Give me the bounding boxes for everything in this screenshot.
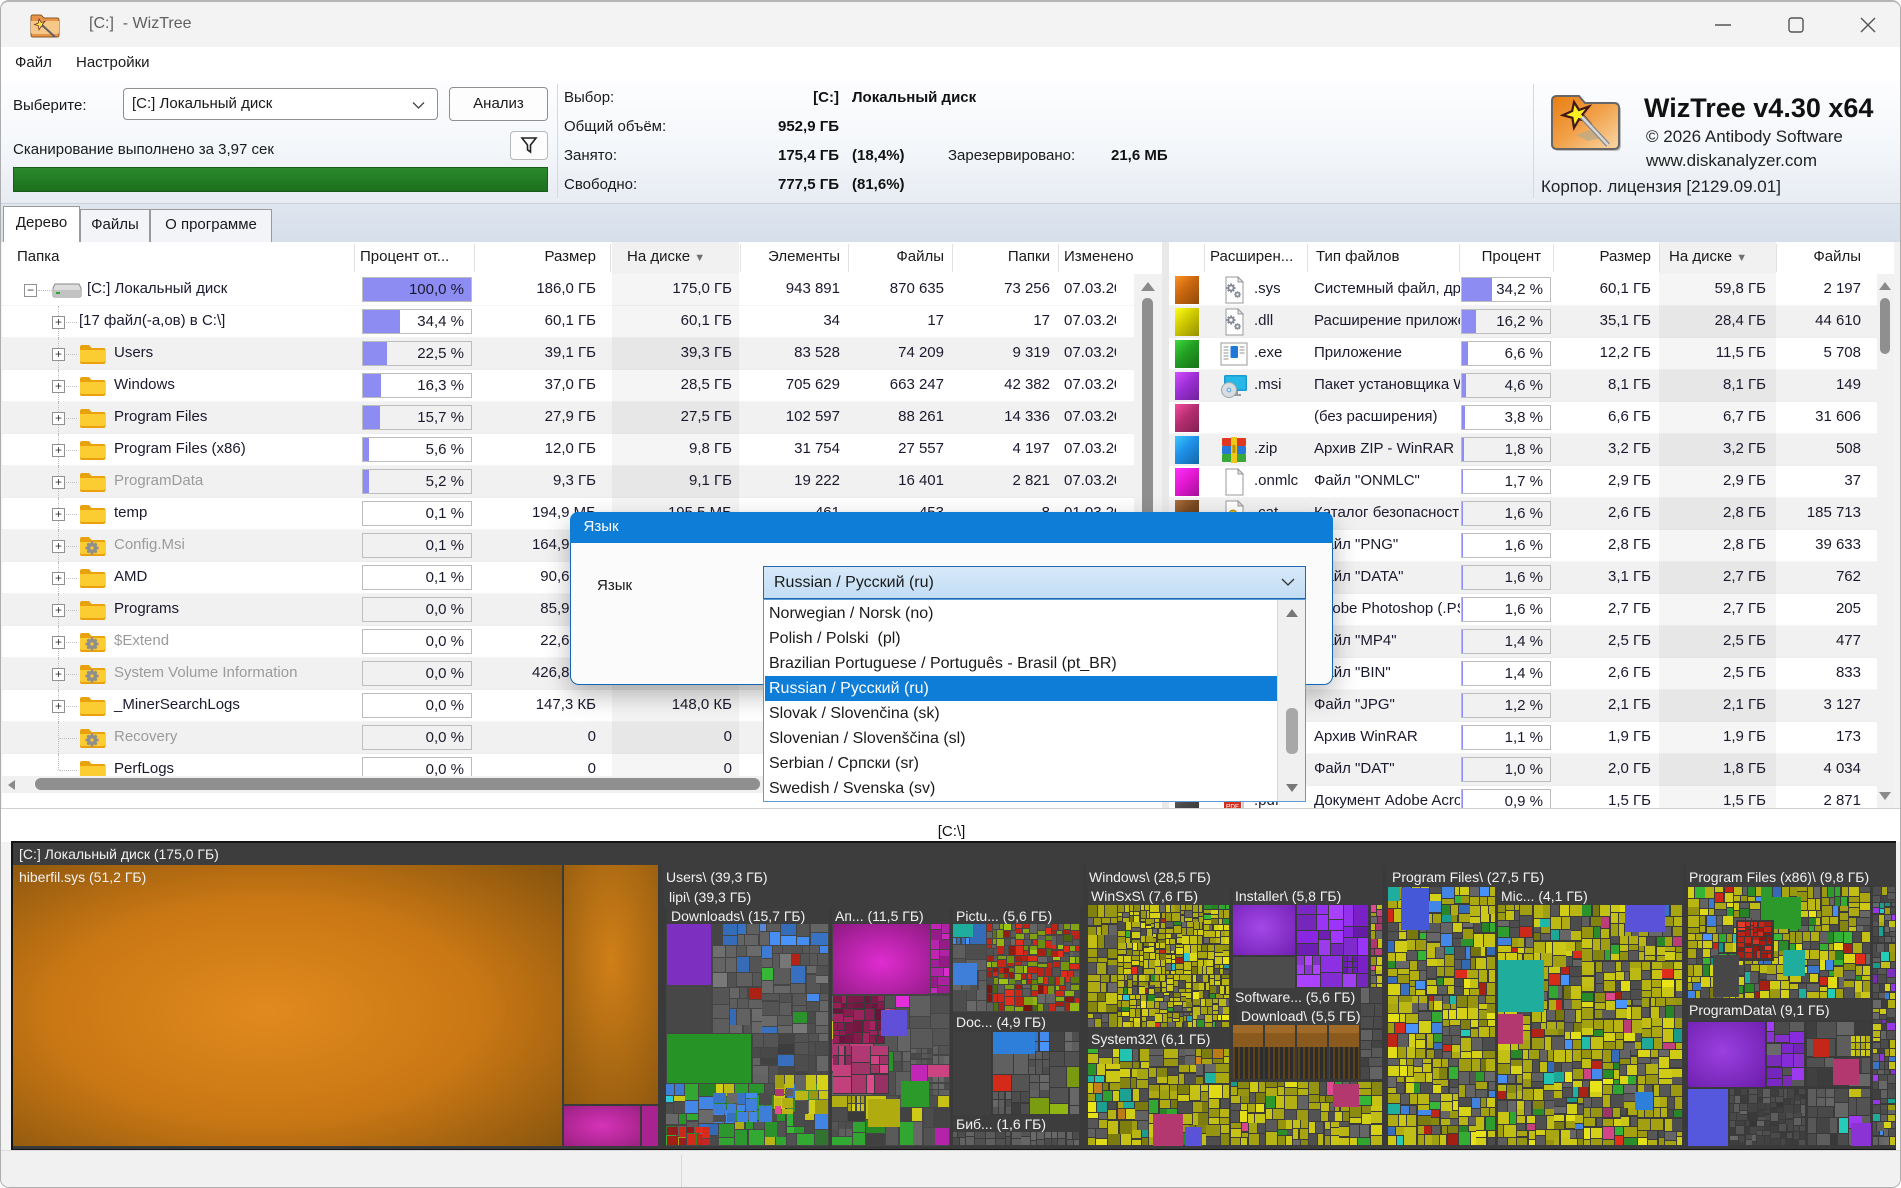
- svg-text:System32\ (6,1 ГБ): System32\ (6,1 ГБ): [1091, 1031, 1210, 1047]
- svg-text:ProgramData\ (9,1 ГБ): ProgramData\ (9,1 ГБ): [1689, 1002, 1829, 1018]
- svg-text:Installer\ (5,8 ГБ): Installer\ (5,8 ГБ): [1235, 888, 1341, 904]
- svg-text:Downloads\ (15,7 ГБ): Downloads\ (15,7 ГБ): [671, 908, 805, 924]
- svg-text:Doc... (4,9 ГБ): Doc... (4,9 ГБ): [956, 1014, 1046, 1030]
- svg-text:Биб... (1,6 ГБ): Биб... (1,6 ГБ): [956, 1116, 1046, 1132]
- svg-text:hiberfil.sys (51,2 ГБ): hiberfil.sys (51,2 ГБ): [19, 869, 146, 885]
- svg-text:Users\ (39,3 ГБ): Users\ (39,3 ГБ): [666, 869, 768, 885]
- svg-text:Program Files (x86)\ (9,8 ГБ): Program Files (x86)\ (9,8 ГБ): [1689, 869, 1869, 885]
- svg-text:Pictu... (5,6 ГБ): Pictu... (5,6 ГБ): [956, 908, 1052, 924]
- svg-text:Ап... (11,5 ГБ): Ап... (11,5 ГБ): [835, 908, 924, 924]
- svg-text:Mic... (4,1 ГБ): Mic... (4,1 ГБ): [1501, 888, 1588, 904]
- svg-text:Download\ (5,5 ГБ): Download\ (5,5 ГБ): [1241, 1008, 1361, 1024]
- svg-text:Program Files\ (27,5 ГБ): Program Files\ (27,5 ГБ): [1392, 869, 1544, 885]
- svg-text:Software... (5,6 ГБ): Software... (5,6 ГБ): [1235, 989, 1355, 1005]
- svg-text:Windows\ (28,5 ГБ): Windows\ (28,5 ГБ): [1089, 869, 1211, 885]
- svg-text:WinSxS\ (7,6 ГБ): WinSxS\ (7,6 ГБ): [1091, 888, 1198, 904]
- svg-text:lipi\ (39,3 ГБ): lipi\ (39,3 ГБ): [669, 889, 751, 905]
- svg-text:[C:] Локальный диск (175,0 ГБ: [C:] Локальный диск (175,0 ГБ): [19, 846, 219, 862]
